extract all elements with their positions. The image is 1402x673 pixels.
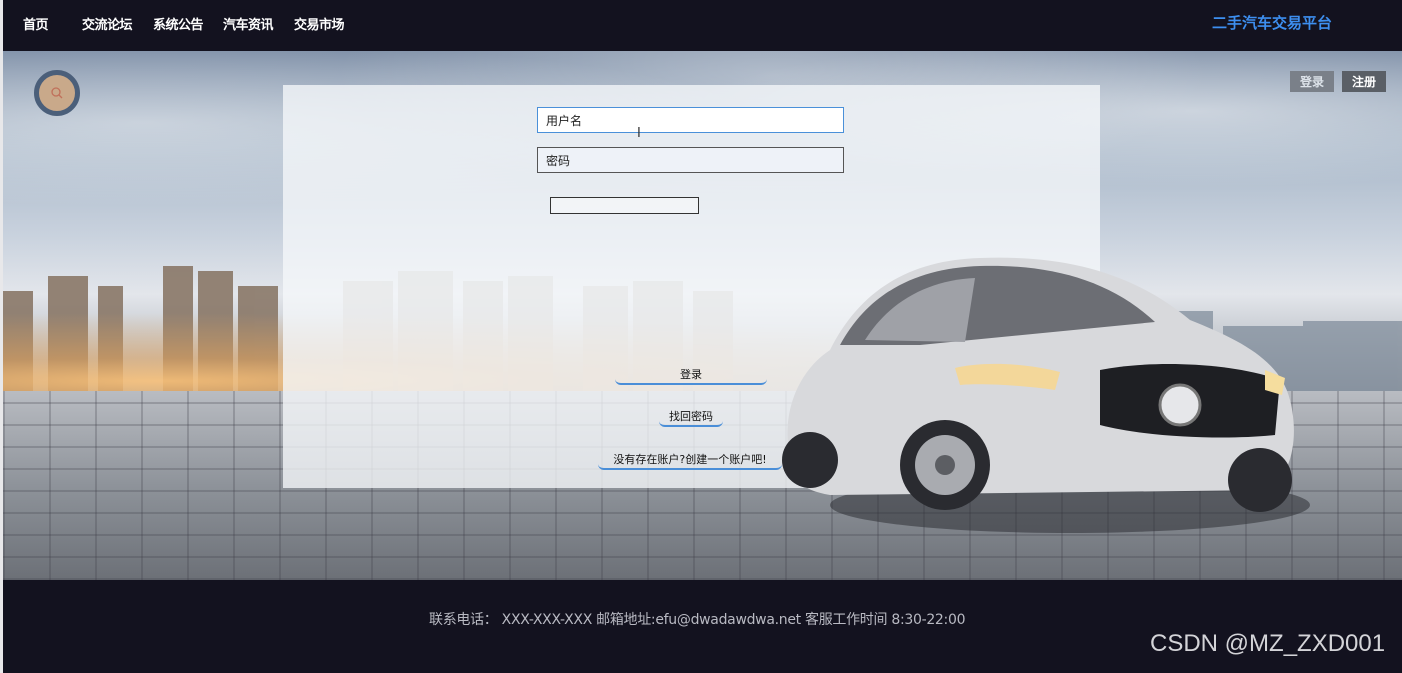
nav-item-forum[interactable]: 交流论坛: [82, 14, 133, 33]
nav-item-car-news[interactable]: 汽车资讯: [223, 14, 274, 33]
site-brand[interactable]: 二手汽车交易平台: [1212, 12, 1332, 33]
contact-info: 联系电话： XXX-XXX-XXX 邮箱地址:efu@dwadawdwa.net…: [429, 612, 966, 628]
username-input[interactable]: 用户名: [537, 107, 844, 133]
password-input[interactable]: 密码: [537, 147, 844, 173]
nav-item-market[interactable]: 交易市场: [294, 14, 345, 33]
login-button[interactable]: 登录: [615, 367, 767, 385]
nav-item-announcements[interactable]: 系统公告: [153, 14, 204, 33]
text-cursor-icon: I: [637, 126, 641, 141]
car-illustration: [782, 257, 1310, 533]
create-account-link[interactable]: 没有存在账户?创建一个账户吧!: [598, 452, 782, 470]
watermark: CSDN @MZ_ZXD001: [1150, 630, 1386, 657]
top-navigation: 首页 交流论坛 系统公告 汽车资讯 交易市场 二手汽车交易平台: [3, 0, 1402, 51]
search-icon: [51, 87, 63, 99]
find-password-link[interactable]: 找回密码: [659, 409, 723, 427]
header-register-button[interactable]: 注册: [1342, 71, 1386, 92]
captcha-input[interactable]: [550, 197, 699, 214]
header-login-button[interactable]: 登录: [1290, 71, 1334, 92]
nav-item-home[interactable]: 首页: [23, 14, 49, 33]
footer: 联系电话： XXX-XXX-XXX 邮箱地址:efu@dwadawdwa.net…: [3, 580, 1402, 673]
search-button[interactable]: [34, 70, 80, 116]
